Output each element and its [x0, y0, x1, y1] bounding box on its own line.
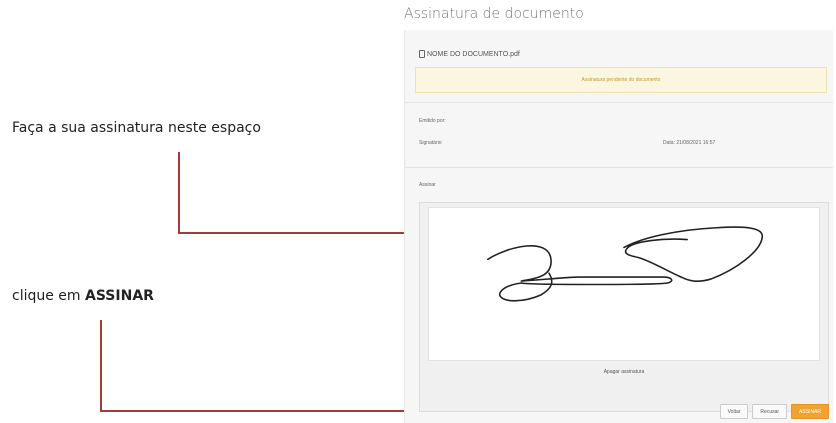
signature-dialog: NOME DO DOCUMENTO.pdf Assinatura pendent… [404, 30, 833, 423]
sign-instruction-keyword: ASSINAR [85, 288, 154, 304]
signature-callout-line-vertical [178, 152, 180, 234]
sign-callout-line-vertical [100, 320, 102, 412]
sign-button[interactable]: ASSINAR [791, 404, 829, 419]
sign-button-instruction: clique em ASSINAR [12, 288, 154, 304]
date-text: Data: 21/08/2021 16:57 [663, 140, 716, 146]
reject-button[interactable]: Recusar [752, 404, 788, 419]
back-button[interactable]: Voltar [719, 404, 749, 419]
alert-text: Assinatura pendente do documento [581, 77, 661, 83]
signature-stroke [487, 226, 763, 302]
document-icon [419, 50, 425, 58]
signer-label: Signatário [419, 140, 442, 146]
clear-signature-link[interactable]: Apagar assinatura [420, 369, 828, 375]
signature-pad-label: Assinar [419, 182, 436, 188]
divider [405, 102, 833, 103]
dialog-title: Assinatura de documento [404, 6, 584, 22]
divider [405, 167, 833, 168]
signature-callout-line-horizontal [178, 232, 404, 234]
sign-callout-line-horizontal [100, 410, 404, 412]
signature-instruction: Faça a sua assinatura neste espaço [12, 120, 261, 136]
pending-signature-alert: Assinatura pendente do documento [415, 67, 827, 93]
document-name: NOME DO DOCUMENTO.pdf [427, 50, 520, 58]
dialog-footer: Voltar Recusar ASSINAR [719, 404, 829, 419]
emitted-by-label: Emitido por: [419, 118, 446, 124]
signature-pad[interactable] [428, 207, 820, 361]
sign-instruction-prefix: clique em [12, 288, 86, 304]
signature-pad-container: Apagar assinatura [419, 202, 829, 412]
document-name-row: NOME DO DOCUMENTO.pdf [419, 50, 520, 58]
